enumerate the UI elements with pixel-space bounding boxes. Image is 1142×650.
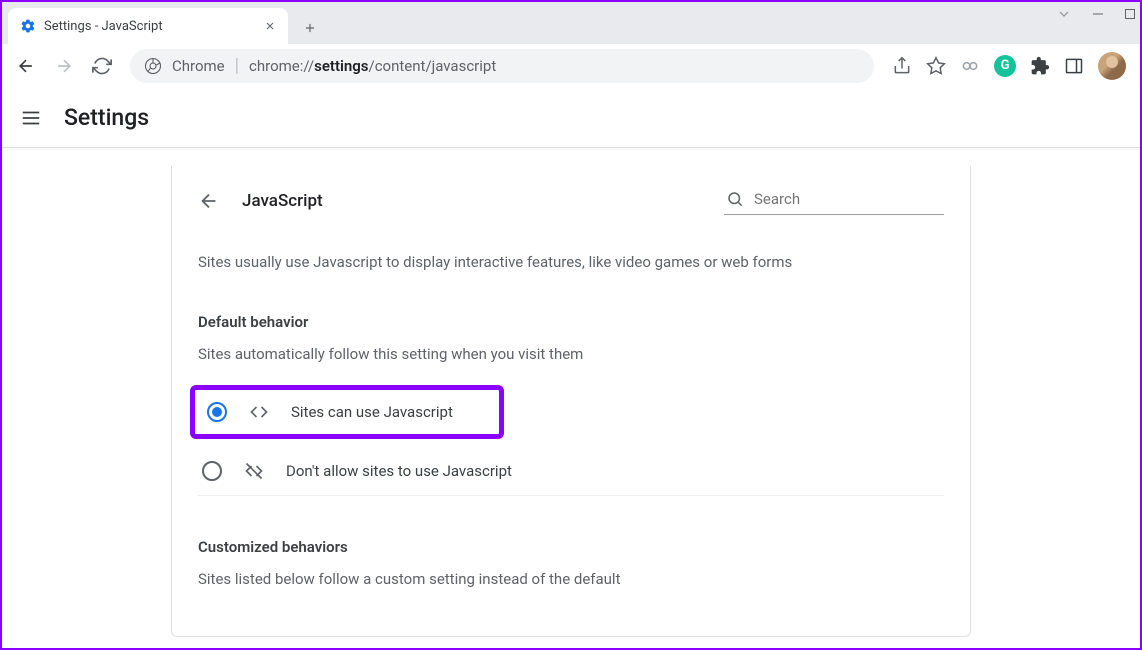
toolbar-actions: G (886, 52, 1132, 80)
back-arrow-icon[interactable] (198, 190, 220, 212)
extensions-icon[interactable] (1030, 56, 1050, 76)
browser-tab[interactable]: Settings - JavaScript (8, 8, 288, 44)
custom-behaviors-sub: Sites listed below follow a custom setti… (198, 570, 944, 588)
tab-title: Settings - JavaScript (44, 19, 163, 34)
browser-toolbar: Chrome | chrome://settings/content/javas… (2, 44, 1140, 88)
sidepanel-icon[interactable] (1064, 56, 1084, 76)
omnibox-separator: | (235, 55, 239, 76)
settings-panel: JavaScript Sites usually use Javascript … (171, 166, 971, 637)
settings-title: Settings (64, 104, 149, 131)
radio-allow-js[interactable]: Sites can use Javascript (197, 392, 497, 432)
panel-head: JavaScript (198, 186, 944, 215)
forward-button[interactable] (48, 50, 80, 82)
highlight-box: Sites can use Javascript (190, 385, 504, 439)
radio-button-unselected[interactable] (202, 461, 222, 481)
bookmark-icon[interactable] (926, 56, 946, 76)
window-controls (1056, 6, 1136, 22)
content-wrap: JavaScript Sites usually use Javascript … (2, 148, 1140, 637)
panel-description: Sites usually use Javascript to display … (198, 253, 944, 271)
grammarly-icon[interactable]: G (994, 55, 1016, 77)
settings-header: Settings (2, 88, 1140, 148)
radio-block-js[interactable]: Don't allow sites to use Javascript (198, 447, 944, 496)
search-input[interactable] (754, 190, 953, 208)
address-bar[interactable]: Chrome | chrome://settings/content/javas… (130, 49, 874, 83)
settings-search[interactable] (724, 186, 944, 215)
gear-icon (20, 18, 36, 34)
chrome-icon (144, 57, 162, 75)
new-tab-button[interactable] (294, 12, 326, 44)
maximize-icon[interactable] (1124, 8, 1136, 20)
radio-block-label: Don't allow sites to use Javascript (286, 462, 512, 480)
default-behavior-title: Default behavior (198, 313, 944, 331)
default-behavior-sub: Sites automatically follow this setting … (198, 345, 944, 363)
close-tab-icon[interactable] (264, 20, 276, 32)
reload-button[interactable] (86, 50, 118, 82)
radio-allow-label: Sites can use Javascript (291, 403, 453, 421)
minimize-icon[interactable] (1092, 8, 1104, 20)
search-icon (726, 190, 744, 208)
omnibox-host: Chrome (172, 57, 225, 75)
profile-avatar[interactable] (1098, 52, 1126, 80)
custom-behaviors-title: Customized behaviors (198, 538, 944, 556)
back-button[interactable] (10, 50, 42, 82)
chevron-down-icon[interactable] (1056, 6, 1072, 22)
link-icon[interactable] (960, 56, 980, 76)
omnibox-url: chrome://settings/content/javascript (249, 57, 496, 75)
tab-strip: Settings - JavaScript (2, 2, 1140, 44)
radio-button-selected[interactable] (207, 402, 227, 422)
menu-icon[interactable] (20, 107, 42, 129)
share-icon[interactable] (892, 56, 912, 76)
code-icon (249, 402, 269, 422)
code-blocked-icon (244, 461, 264, 481)
panel-title: JavaScript (242, 191, 323, 211)
